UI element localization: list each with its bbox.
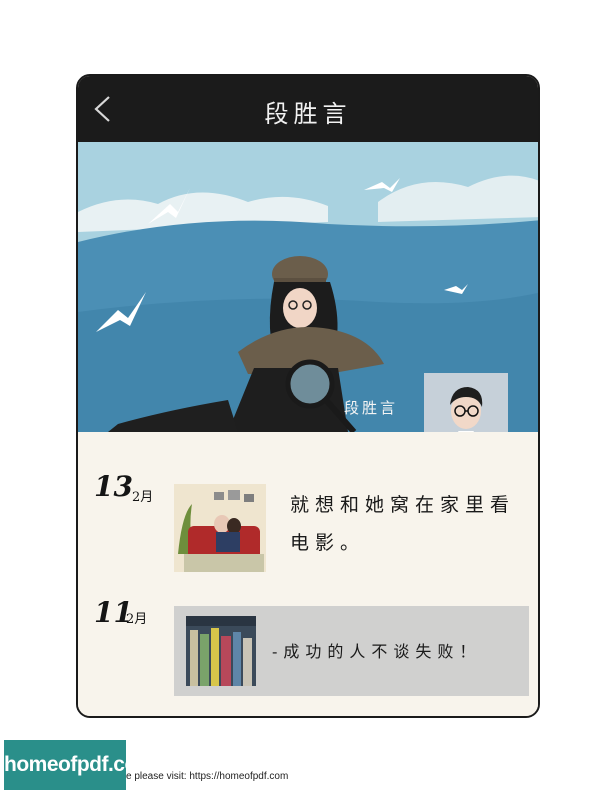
title-bar: 段胜言 xyxy=(78,76,538,142)
page-title: 段胜言 xyxy=(264,100,352,128)
books-thumbnail xyxy=(186,616,256,686)
phone-frame: 段胜言 段胜言 13 2月 就想和她窝在家里看电影。 11 2月 -成功的人不谈… xyxy=(76,74,540,718)
timeline-feed: 13 2月 就想和她窝在家里看电影。 11 2月 -成功的人不谈失败！ xyxy=(78,432,538,716)
post-card[interactable]: -成功的人不谈失败！ xyxy=(174,606,529,696)
card-text: -成功的人不谈失败！ xyxy=(272,642,482,661)
bookshelf-image xyxy=(186,616,256,686)
site-logo[interactable]: homeofpdf.com xyxy=(4,740,156,790)
timeline-post[interactable]: 11 2月 -成功的人不谈失败！ xyxy=(78,432,538,716)
footer-notice: e please visit: https://homeofpdf.com xyxy=(126,771,289,782)
banner-name-label: 段胜言 xyxy=(344,399,399,417)
post-month: 2月 xyxy=(126,612,148,627)
